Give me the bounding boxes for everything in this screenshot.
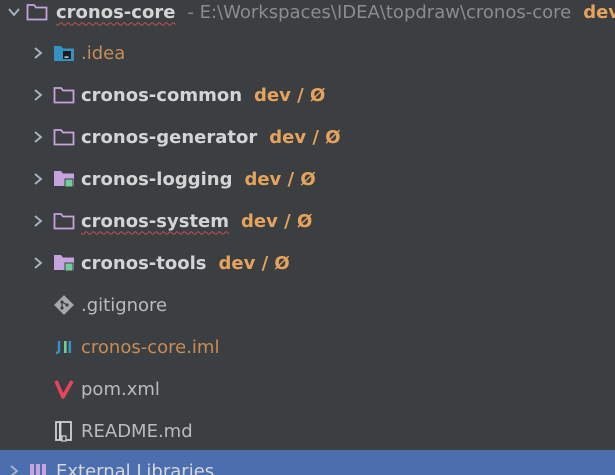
vcs-branch: dev / Ø — [254, 84, 326, 106]
module-folder-icon — [53, 168, 75, 190]
tree-label: cronos-tools dev / Ø — [81, 253, 290, 274]
library-icon — [27, 460, 49, 475]
tree-label: External Libraries — [56, 461, 214, 475]
tree-label: cronos-common dev / Ø — [81, 85, 325, 106]
git-icon — [53, 294, 75, 316]
tree-row-gitignore[interactable]: .gitignore — [0, 284, 615, 326]
iml-file-icon — [53, 336, 75, 358]
tree-label: .idea — [81, 43, 125, 64]
item-name: README.md — [81, 420, 193, 442]
tree-row-cronos-system[interactable]: cronos-system dev / Ø — [0, 200, 615, 242]
maven-icon — [53, 378, 75, 400]
item-name: External Libraries — [56, 460, 215, 475]
project-tree: cronos-core - E:\Workspaces\IDEA\topdraw… — [0, 0, 615, 475]
vcs-branch: dev / Ø — [269, 126, 341, 148]
chevron-right-icon[interactable] — [30, 87, 46, 103]
item-name: cronos-generator — [81, 126, 258, 148]
tree-row-external-libraries[interactable]: External Libraries — [0, 450, 615, 475]
item-name: pom.xml — [81, 378, 160, 400]
tree-row-pom[interactable]: pom.xml — [0, 368, 615, 410]
tree-label: cronos-core.iml — [81, 337, 219, 358]
module-folder-icon — [53, 252, 75, 274]
folder-icon — [53, 84, 75, 106]
tree-row-root[interactable]: cronos-core - E:\Workspaces\IDEA\topdraw… — [0, 0, 615, 33]
chevron-right-icon[interactable] — [30, 45, 46, 61]
item-name: .idea — [81, 42, 126, 64]
tree-label: .gitignore — [81, 295, 167, 316]
root-label: cronos-core - E:\Workspaces\IDEA\topdraw… — [56, 2, 615, 23]
folder-icon — [53, 126, 75, 148]
chevron-down-icon[interactable] — [6, 4, 22, 20]
item-name: cronos-logging — [81, 168, 233, 190]
folder-icon — [53, 210, 75, 232]
item-name: .gitignore — [81, 294, 168, 316]
tree-label: README.md — [81, 421, 193, 442]
tree-row-readme[interactable]: README.md — [0, 410, 615, 452]
tree-row-cronos-tools[interactable]: cronos-tools dev / Ø — [0, 242, 615, 284]
chevron-right-icon[interactable] — [30, 213, 46, 229]
folder-open-icon — [26, 1, 48, 23]
tree-label: cronos-system dev / Ø — [81, 211, 312, 232]
tree-row-cronos-common[interactable]: cronos-common dev / Ø — [0, 74, 615, 116]
item-name: cronos-system — [81, 210, 230, 232]
tree-row-cronos-logging[interactable]: cronos-logging dev / Ø — [0, 158, 615, 200]
item-name: cronos-common — [81, 84, 243, 106]
chevron-right-icon[interactable] — [30, 129, 46, 145]
tree-label: pom.xml — [81, 379, 160, 400]
root-path: - E:\Workspaces\IDEA\topdraw\cronos-core — [187, 1, 572, 23]
root-name: cronos-core — [56, 1, 176, 23]
tree-label: cronos-logging dev / Ø — [81, 169, 316, 190]
vcs-branch: dev / Ø — [218, 252, 290, 274]
tree-row-idea[interactable]: .idea — [0, 32, 615, 74]
item-name: cronos-core.iml — [81, 336, 220, 358]
chevron-right-icon[interactable] — [6, 463, 22, 475]
markdown-file-icon — [53, 420, 75, 442]
vcs-branch: dev / Ø — [244, 168, 316, 190]
vcs-branch: dev / Ø — [241, 210, 313, 232]
tree-row-iml[interactable]: cronos-core.iml — [0, 326, 615, 368]
tree-label: cronos-generator dev / Ø — [81, 127, 341, 148]
chevron-right-icon[interactable] — [30, 171, 46, 187]
item-name: cronos-tools — [81, 252, 207, 274]
idea-folder-icon — [53, 42, 75, 64]
tree-row-cronos-generator[interactable]: cronos-generator dev / Ø — [0, 116, 615, 158]
root-vcs-branch: dev / Ø — [583, 1, 615, 23]
chevron-right-icon[interactable] — [30, 255, 46, 271]
